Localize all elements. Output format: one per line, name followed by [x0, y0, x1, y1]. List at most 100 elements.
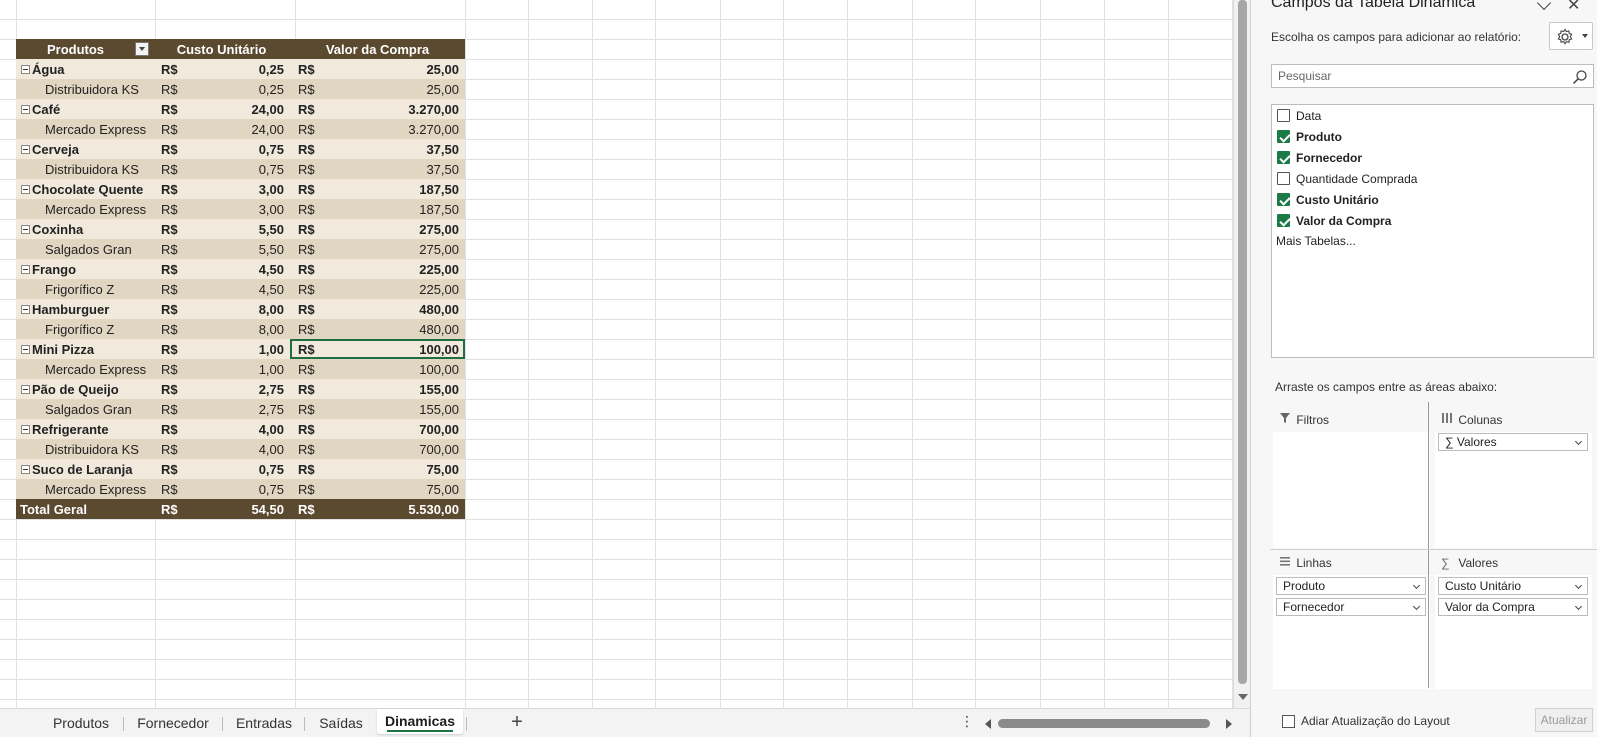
row-label-cell[interactable]: Refrigerante — [16, 419, 153, 439]
currency-symbol[interactable]: R$ — [153, 219, 195, 239]
header-custo-unitario[interactable]: Custo Unitário — [153, 39, 290, 59]
currency-symbol[interactable]: R$ — [153, 479, 195, 499]
currency-symbol[interactable]: R$ — [153, 79, 195, 99]
currency-symbol[interactable]: R$ — [153, 299, 195, 319]
valor-compra-cell[interactable]: 37,50 — [332, 159, 465, 179]
currency-symbol[interactable]: R$ — [153, 119, 195, 139]
valor-compra-cell[interactable]: 100,00 — [332, 339, 465, 359]
scroll-down-arrow-icon[interactable] — [1238, 694, 1248, 700]
tools-button[interactable] — [1549, 22, 1593, 50]
collapse-icon[interactable] — [21, 224, 30, 234]
custo-unitario-cell[interactable]: 5,50 — [195, 219, 290, 239]
collapse-icon[interactable] — [21, 264, 30, 274]
collapse-icon[interactable] — [21, 384, 30, 394]
custo-unitario-cell[interactable]: 8,00 — [195, 299, 290, 319]
field-checkbox[interactable] — [1277, 172, 1290, 185]
field-checkbox[interactable] — [1277, 193, 1290, 206]
currency-symbol[interactable]: R$ — [290, 179, 332, 199]
custo-unitario-cell[interactable]: 0,75 — [195, 459, 290, 479]
area-columns-dropzone[interactable]: ∑ Valores — [1435, 432, 1592, 548]
row-label-cell[interactable]: Suco de Laranja — [16, 459, 153, 479]
custo-unitario-cell[interactable]: 24,00 — [195, 99, 290, 119]
row-label-cell[interactable]: Frango — [16, 259, 153, 279]
custo-unitario-cell[interactable]: 8,00 — [195, 319, 290, 339]
currency-symbol[interactable]: R$ — [153, 379, 195, 399]
sheet-tab-produtos[interactable]: Produtos — [40, 711, 122, 736]
custo-unitario-cell[interactable]: 2,75 — [195, 379, 290, 399]
custo-unitario-cell[interactable]: 0,75 — [195, 159, 290, 179]
valor-compra-cell[interactable]: 187,50 — [332, 179, 465, 199]
row-label-cell[interactable]: Cerveja — [16, 139, 153, 159]
area-rows-dropzone[interactable]: Produto Fornecedor — [1273, 575, 1430, 689]
currency-symbol[interactable]: R$ — [153, 459, 195, 479]
currency-symbol[interactable]: R$ — [290, 339, 332, 359]
currency-symbol[interactable]: R$ — [290, 99, 332, 119]
defer-layout-checkbox[interactable] — [1282, 715, 1295, 728]
currency-symbol[interactable]: R$ — [290, 59, 332, 79]
currency-symbol[interactable]: R$ — [153, 179, 195, 199]
currency-symbol[interactable]: R$ — [153, 239, 195, 259]
area-filters-dropzone[interactable] — [1273, 432, 1430, 548]
currency-symbol[interactable]: R$ — [153, 399, 195, 419]
row-label-cell[interactable]: Pão de Queijo — [16, 379, 153, 399]
row-label-cell[interactable]: Mercado Express — [16, 199, 153, 219]
valor-compra-cell[interactable]: 700,00 — [332, 419, 465, 439]
row-label-cell[interactable]: Café — [16, 99, 153, 119]
custo-unitario-cell[interactable]: 3,00 — [195, 179, 290, 199]
filter-dropdown-icon[interactable] — [135, 42, 149, 56]
valor-compra-cell[interactable]: 275,00 — [332, 239, 465, 259]
currency-symbol[interactable]: R$ — [290, 419, 332, 439]
currency-symbol[interactable]: R$ — [153, 439, 195, 459]
currency-symbol[interactable]: R$ — [290, 359, 332, 379]
more-options-icon[interactable]: ⋮ — [960, 713, 974, 730]
valor-compra-cell[interactable]: 3.270,00 — [332, 99, 465, 119]
chevron-down-icon[interactable] — [1574, 581, 1583, 590]
currency-symbol[interactable]: R$ — [290, 379, 332, 399]
field-checkbox[interactable] — [1277, 130, 1290, 143]
valor-compra-cell[interactable]: 480,00 — [332, 319, 465, 339]
currency-symbol[interactable]: R$ — [153, 319, 195, 339]
currency-symbol[interactable]: R$ — [290, 479, 332, 499]
chevron-down-icon[interactable] — [1574, 602, 1583, 611]
currency-symbol[interactable]: R$ — [153, 359, 195, 379]
row-label-cell[interactable]: Frigorífico Z — [16, 319, 153, 339]
row-label-cell[interactable]: Hamburguer — [16, 299, 153, 319]
valor-compra-cell[interactable]: 25,00 — [332, 59, 465, 79]
columns-item-valores[interactable]: ∑ Valores — [1438, 433, 1588, 451]
currency-symbol[interactable]: R$ — [290, 399, 332, 419]
collapse-icon[interactable] — [21, 104, 30, 114]
custo-unitario-cell[interactable]: 4,50 — [195, 259, 290, 279]
collapse-icon[interactable] — [21, 344, 30, 354]
valor-compra-cell[interactable]: 37,50 — [332, 139, 465, 159]
chevron-down-icon[interactable] — [1412, 581, 1421, 590]
currency-symbol[interactable]: R$ — [290, 79, 332, 99]
currency-symbol[interactable]: R$ — [290, 459, 332, 479]
collapse-icon[interactable] — [21, 304, 30, 314]
valor-compra-cell[interactable]: 25,00 — [332, 79, 465, 99]
rows-item-produto[interactable]: Produto — [1276, 577, 1426, 595]
field-search-box[interactable] — [1271, 64, 1594, 88]
currency-symbol[interactable]: R$ — [290, 319, 332, 339]
custo-unitario-cell[interactable]: 24,00 — [195, 119, 290, 139]
custo-unitario-cell[interactable]: 2,75 — [195, 399, 290, 419]
row-label-cell[interactable]: Salgados Gran — [16, 239, 153, 259]
custo-unitario-cell[interactable]: 4,50 — [195, 279, 290, 299]
horizontal-scroll-thumb[interactable] — [998, 719, 1210, 728]
row-label-cell[interactable]: Mercado Express — [16, 119, 153, 139]
currency-symbol[interactable]: R$ — [290, 119, 332, 139]
rows-item-fornecedor[interactable]: Fornecedor — [1276, 598, 1426, 616]
currency-symbol[interactable]: R$ — [153, 279, 195, 299]
currency-symbol[interactable]: R$ — [290, 299, 332, 319]
collapse-icon[interactable] — [21, 424, 30, 434]
valor-compra-cell[interactable]: 225,00 — [332, 279, 465, 299]
valor-compra-cell[interactable]: 187,50 — [332, 199, 465, 219]
custo-unitario-cell[interactable]: 0,75 — [195, 479, 290, 499]
valor-compra-cell[interactable]: 480,00 — [332, 299, 465, 319]
collapse-icon[interactable] — [21, 64, 30, 74]
field-checkbox[interactable] — [1277, 214, 1290, 227]
values-item-valor-compra[interactable]: Valor da Compra — [1438, 598, 1588, 616]
search-icon[interactable] — [1572, 69, 1588, 85]
valor-compra-cell[interactable]: 155,00 — [332, 399, 465, 419]
collapse-icon[interactable] — [21, 144, 30, 154]
currency-symbol[interactable]: R$ — [153, 339, 195, 359]
